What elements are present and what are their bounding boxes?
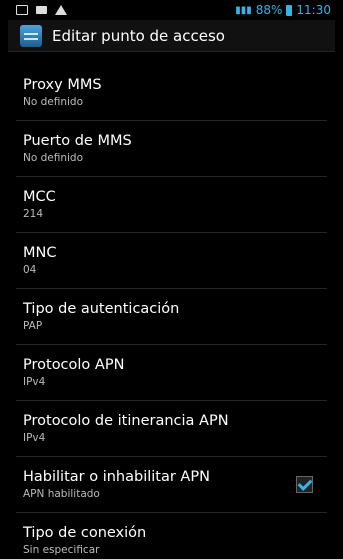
warning-notification-icon [55, 5, 67, 15]
setting-tipo-autenticacion[interactable]: Tipo de autenticación PAP [8, 300, 335, 332]
settings-app-icon[interactable] [20, 24, 42, 47]
setting-title: MNC [23, 245, 57, 261]
setting-protocolo-apn[interactable]: Protocolo APN IPv4 [8, 356, 335, 388]
divider [16, 232, 327, 233]
setting-summary: IPv4 [23, 376, 46, 388]
signal-icon: ▮▮▮ [235, 4, 252, 16]
image-notification-icon [16, 5, 28, 15]
setting-proxy-mms[interactable]: Proxy MMS No definido [8, 76, 335, 108]
setting-summary: IPv4 [23, 432, 46, 444]
setting-title: Tipo de conexión [23, 525, 147, 541]
phone-screen: ▮▮▮ 88% 11:30 Editar punto de acceso Pro… [8, 0, 335, 559]
setting-title: Proxy MMS [23, 77, 102, 93]
status-bar: ▮▮▮ 88% 11:30 [8, 0, 335, 20]
setting-puerto-mms[interactable]: Puerto de MMS No definido [8, 132, 335, 164]
action-bar: Editar punto de acceso [8, 20, 335, 52]
setting-mcc[interactable]: MCC 214 [8, 188, 335, 220]
divider [16, 176, 327, 177]
setting-mnc[interactable]: MNC 04 [8, 244, 335, 276]
setting-summary: Sin especificar [23, 544, 100, 556]
divider [16, 512, 327, 513]
setting-protocolo-itinerancia-apn[interactable]: Protocolo de itinerancia APN IPv4 [8, 412, 335, 444]
battery-percentage: 88% [255, 3, 283, 17]
setting-summary: 04 [23, 264, 37, 276]
setting-summary: APN habilitado [23, 488, 100, 500]
message-notification-icon [36, 6, 47, 14]
apn-enabled-checkbox[interactable] [296, 476, 313, 493]
battery-icon [286, 4, 293, 16]
setting-summary: No definido [23, 96, 84, 108]
divider [16, 456, 327, 457]
setting-title: Puerto de MMS [23, 133, 132, 149]
setting-summary: PAP [23, 320, 43, 332]
setting-title: Protocolo de itinerancia APN [23, 413, 229, 429]
page-title: Editar punto de acceso [52, 26, 225, 45]
setting-summary: 214 [23, 208, 44, 220]
setting-title: Protocolo APN [23, 357, 125, 373]
setting-habilitar-apn[interactable]: Habilitar o inhabilitar APN APN habilita… [8, 468, 335, 500]
clock: 11:30 [296, 3, 331, 17]
setting-title: MCC [23, 189, 56, 205]
setting-summary: No definido [23, 152, 84, 164]
divider [16, 344, 327, 345]
divider [16, 120, 327, 121]
setting-title: Tipo de autenticación [23, 301, 180, 317]
divider [16, 288, 327, 289]
divider [16, 400, 327, 401]
setting-title: Habilitar o inhabilitar APN [23, 469, 210, 485]
setting-tipo-conexion[interactable]: Tipo de conexión Sin especificar [8, 524, 335, 556]
